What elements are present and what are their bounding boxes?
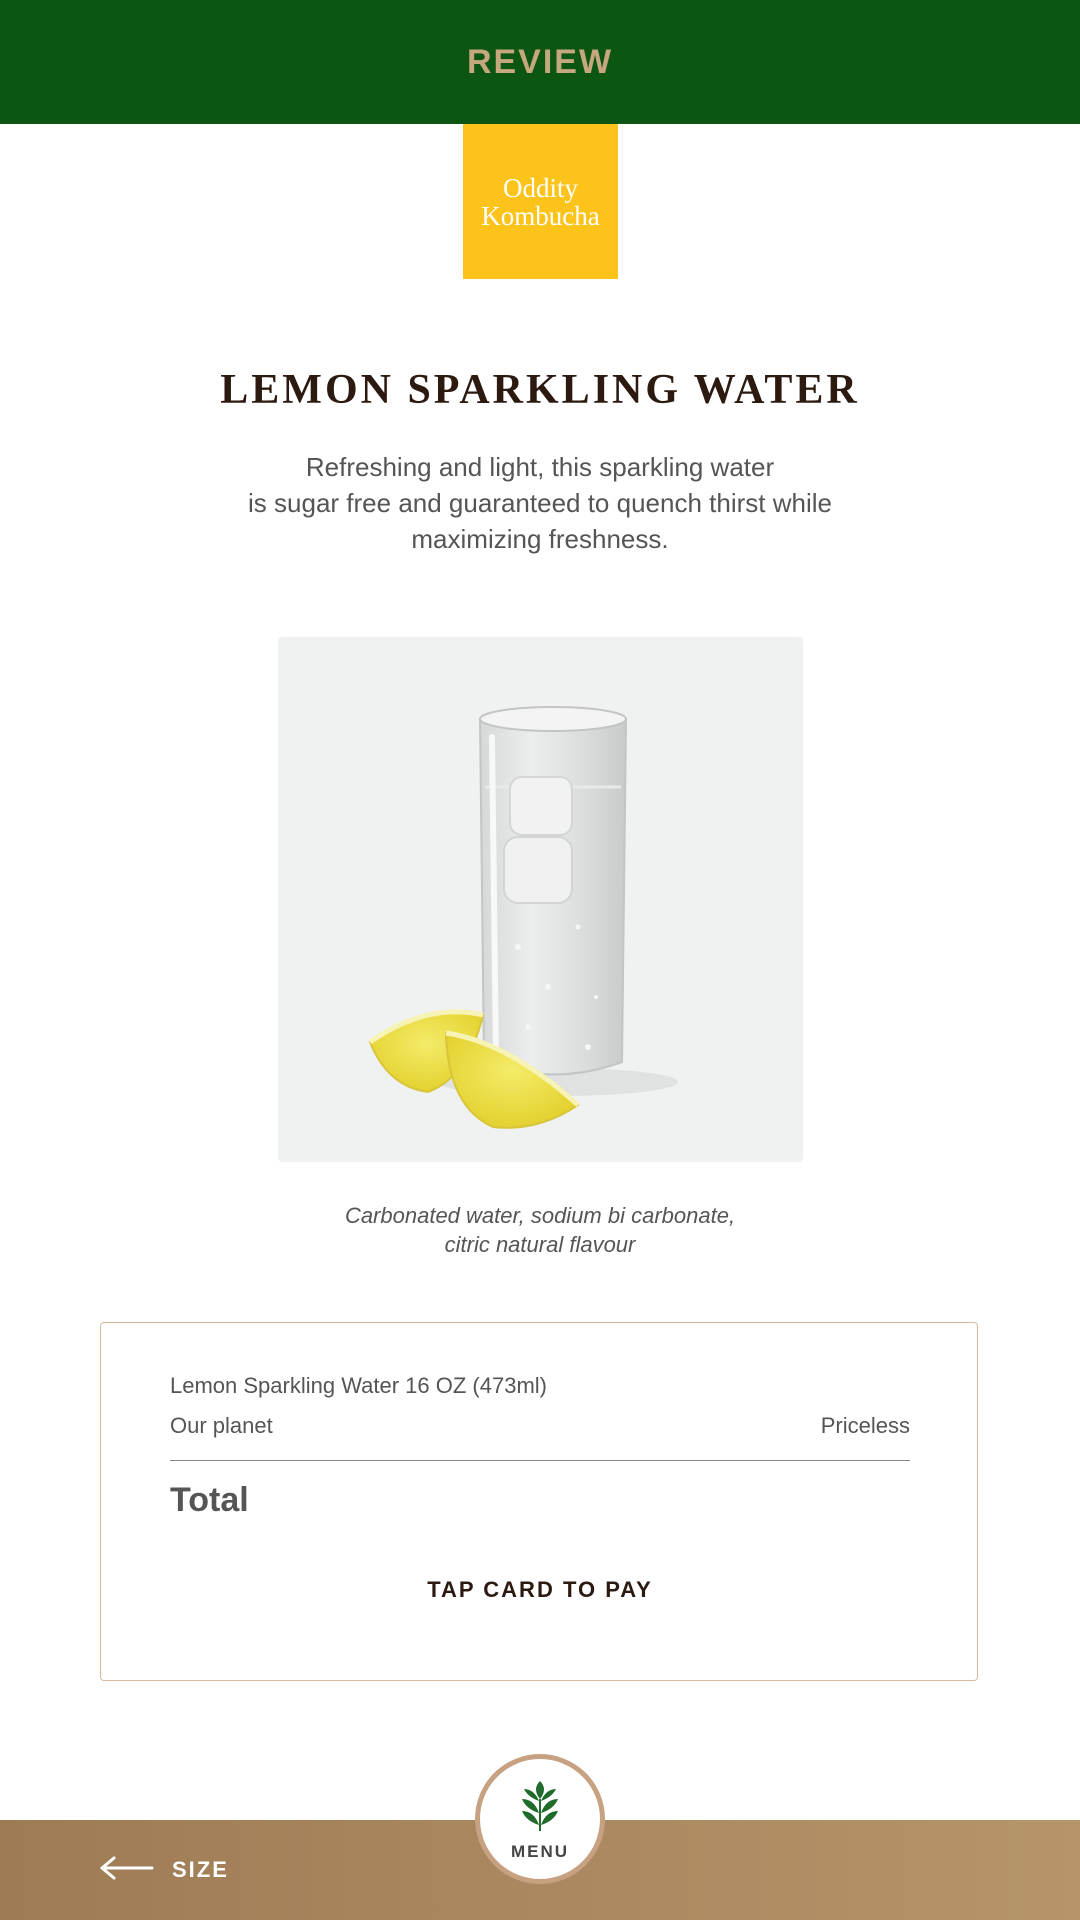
description-line: Refreshing and light, this sparkling wat… [305, 452, 775, 482]
menu-button[interactable]: MENU [475, 1754, 605, 1884]
header-bar: REVIEW [0, 0, 1080, 124]
order-line-row: Our planet Priceless [170, 1413, 910, 1439]
logo-line-1: Oddity [502, 172, 578, 203]
logo-line-2: Kombucha [481, 200, 600, 231]
page-title: REVIEW [466, 42, 614, 81]
leaf-sprout-icon [520, 1779, 560, 1838]
sparkling-water-glass-illustration [368, 706, 678, 1129]
order-line-label: Our planet [170, 1413, 273, 1438]
order-item-name: Lemon Sparkling Water 16 OZ (473ml) [170, 1373, 547, 1398]
order-divider [170, 1460, 910, 1461]
description-line: is sugar free and guaranteed to quench t… [248, 488, 832, 518]
ingredients-text: Carbonated water, sodium bi carbonate, c… [250, 1201, 830, 1259]
menu-button-label: MENU [510, 1842, 570, 1861]
tap-card-to-pay-button[interactable]: TAP CARD TO PAY [170, 1577, 910, 1603]
back-button-label: SIZE [172, 1857, 229, 1882]
product-description: Refreshing and light, this sparkling wat… [200, 449, 880, 557]
arrow-left-icon [98, 1856, 154, 1885]
order-summary-card: Lemon Sparkling Water 16 OZ (473ml) Our … [100, 1322, 978, 1681]
order-total-label: Total [170, 1481, 249, 1519]
order-line-value: Priceless [820, 1413, 910, 1438]
product-image [278, 637, 803, 1162]
brand-logo: Oddity Kombucha [463, 124, 618, 279]
description-line: maximizing freshness. [411, 524, 669, 554]
ingredients-line: Carbonated water, sodium bi carbonate, [344, 1203, 736, 1228]
product-title: LEMON SPARKLING WATER [220, 367, 860, 413]
ingredients-line: citric natural flavour [444, 1232, 636, 1257]
back-to-size-button[interactable]: SIZE [98, 1848, 229, 1892]
